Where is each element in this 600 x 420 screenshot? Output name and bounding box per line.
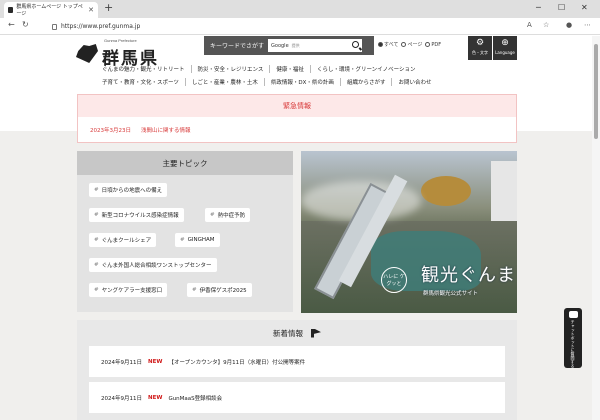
emergency-link[interactable]: 浅間山に関する情報 <box>141 126 191 134</box>
chatbot-button[interactable]: チャットボットに質問する <box>564 308 582 368</box>
hash-icon: # <box>192 287 197 293</box>
tab-title: 群馬県ホームページ トップページ <box>16 4 83 17</box>
hash-icon: # <box>94 287 99 293</box>
favorite-icon[interactable]: ☆ <box>543 21 549 29</box>
emergency-date: 2023年3月23日 <box>90 128 131 134</box>
topics-panel: 主要トピック # 日頃からの地震への備え # 新型コロナウイルス感染症情報 # 熱中症… <box>77 151 293 312</box>
topic-chip[interactable]: # ぐんまクールシェア <box>89 233 157 247</box>
nav-item[interactable]: 県政情報・DX・県の計画 <box>265 78 341 86</box>
hash-icon: # <box>94 212 99 218</box>
radio-all[interactable]: すべて <box>378 41 398 48</box>
color-text-label: 色・文字 <box>472 50 488 55</box>
url-text: https://www.pref.gunma.jp <box>61 23 141 30</box>
search-scope: すべて ページ PDF <box>378 41 441 48</box>
hash-icon: # <box>180 237 185 243</box>
hash-icon: # <box>94 237 99 243</box>
color-text-button[interactable]: ⚙ 色・文字 <box>468 36 492 60</box>
nav-item[interactable]: 子育て・教育・文化・スポーツ <box>96 78 186 86</box>
browser-tab[interactable]: 群馬県ホームページ トップページ ✕ <box>4 2 98 18</box>
new-badge: NEW <box>148 394 163 401</box>
nav-item[interactable]: 防災・安全・レジリエンス <box>192 65 271 73</box>
news-text[interactable]: 【オープンカウンタ】9月11日（水曜日）付公開等案件 <box>168 358 305 366</box>
flag-icon <box>311 328 321 338</box>
web-page: Gunma Prefecture 群馬県 キーワードでさがす Google 提供… <box>0 36 592 420</box>
radio-page[interactable]: ページ <box>401 41 422 48</box>
news-text[interactable]: GunMaaS登録相談会 <box>168 394 222 402</box>
search-box: キーワードでさがす Google 提供 <box>204 36 374 55</box>
emergency-panel: 緊急情報 2023年3月23日 浅間山に関する情報 <box>77 94 517 143</box>
tourism-banner[interactable]: ハレに ケグッと 観光ぐんま 群馬県観光公式サイト <box>301 151 517 313</box>
minimize-button[interactable]: ─ <box>536 3 541 12</box>
scrollbar[interactable] <box>592 36 600 420</box>
news-item[interactable]: 2024年9月11日 NEW 【オープンカウンタ】9月11日（水曜日）付公開等案… <box>89 346 505 377</box>
url-field[interactable]: https://www.pref.gunma.jp <box>52 21 522 32</box>
news-panel: 新着情報 2024年9月11日 NEW 【オープンカウンタ】9月11日（水曜日）… <box>77 320 517 420</box>
nav-item[interactable]: 組織からさがす <box>341 78 393 86</box>
banner-title: 観光ぐんま <box>421 265 516 286</box>
nav-item[interactable]: しごと・産業・農林・土木 <box>186 78 265 86</box>
scrollbar-thumb[interactable] <box>594 44 598 139</box>
nav-item[interactable]: くらし・環境・グリーンイノベーション <box>311 65 422 73</box>
emergency-heading: 緊急情報 <box>78 95 516 117</box>
banner-text: ハレに ケグッと 観光ぐんま 群馬県観光公式サイト <box>381 259 517 309</box>
topic-chip[interactable]: # 伊香保ゲスポ2025 <box>187 283 252 297</box>
tab-bar: 群馬県ホームページ トップページ ✕ + ─ ☐ ✕ <box>0 0 600 18</box>
topics-heading: 主要トピック <box>77 151 293 175</box>
hash-icon: # <box>94 262 99 268</box>
nav-row-1: ぐんまの魅力・観光・リトリート 防災・安全・レジリエンス 健康・福祉 くらし・環… <box>96 65 422 73</box>
tab-close-icon[interactable]: ✕ <box>88 6 94 14</box>
favicon-icon <box>8 7 14 13</box>
globe-icon: ⊕ <box>501 38 509 48</box>
close-window-button[interactable]: ✕ <box>581 3 588 12</box>
search-icon[interactable] <box>352 41 360 48</box>
new-badge: NEW <box>148 358 163 365</box>
topic-chip[interactable]: # ぐんま外国人総合相談ワンストップセンター <box>89 258 217 272</box>
language-button[interactable]: ⊕ Language <box>493 36 517 60</box>
topic-chip[interactable]: # 新型コロナウイルス感染症情報 <box>89 208 184 222</box>
topic-chip[interactable]: # 日頃からの地震への備え <box>89 183 168 197</box>
hash-icon: # <box>210 212 215 218</box>
more-icon[interactable]: ⋯ <box>584 21 591 29</box>
gunma-map-icon <box>76 44 98 63</box>
search-placeholder: 提供 <box>291 42 300 48</box>
chatbot-label: チャットボットに質問する <box>570 320 576 368</box>
topic-chip[interactable]: # ヤングケアラー支援窓口 <box>89 283 168 297</box>
profile-icon[interactable]: ● <box>566 21 572 29</box>
maximize-button[interactable]: ☐ <box>558 3 565 12</box>
address-bar-row: ← ↻ https://www.pref.gunma.jp A ☆ ● ⋯ <box>0 18 600 35</box>
banner-subtitle: 群馬県観光公式サイト <box>423 291 479 297</box>
chat-icon <box>568 311 578 318</box>
read-aloud-icon[interactable]: A <box>527 21 532 29</box>
language-label: Language <box>495 50 515 55</box>
lock-icon <box>52 23 57 30</box>
search-engine-label: Google <box>271 42 289 49</box>
logo-subtitle: Gunma Prefecture <box>104 38 137 43</box>
radio-pdf[interactable]: PDF <box>425 41 441 48</box>
news-item[interactable]: 2024年9月11日 NEW GunMaaS登録相談会 <box>89 382 505 413</box>
search-input[interactable]: Google 提供 <box>268 39 363 52</box>
new-tab-button[interactable]: + <box>104 1 113 14</box>
gear-icon: ⚙ <box>475 38 485 48</box>
refresh-icon[interactable]: ↻ <box>22 20 29 29</box>
news-date: 2024年9月11日 <box>101 395 142 402</box>
nav-item[interactable]: ぐんまの魅力・観光・リトリート <box>96 65 192 73</box>
news-heading: 新着情報 <box>273 328 303 338</box>
topic-chip[interactable]: # 熱中症予防 <box>205 208 251 222</box>
news-date: 2024年9月11日 <box>101 359 142 366</box>
site-logo[interactable]: Gunma Prefecture 群馬県 <box>76 38 176 69</box>
hash-icon: # <box>94 187 99 193</box>
search-label: キーワードでさがす <box>210 43 265 50</box>
nav-item[interactable]: お問い合わせ <box>392 78 437 86</box>
back-icon[interactable]: ← <box>8 20 15 29</box>
nav-row-2: 子育て・教育・文化・スポーツ しごと・産業・農林・土木 県政情報・DX・県の計画… <box>96 78 437 86</box>
banner-badge: ハレに ケグッと <box>381 267 407 293</box>
topic-chip[interactable]: # GINGHAM <box>175 233 220 247</box>
nav-item[interactable]: 健康・福祉 <box>270 65 311 73</box>
